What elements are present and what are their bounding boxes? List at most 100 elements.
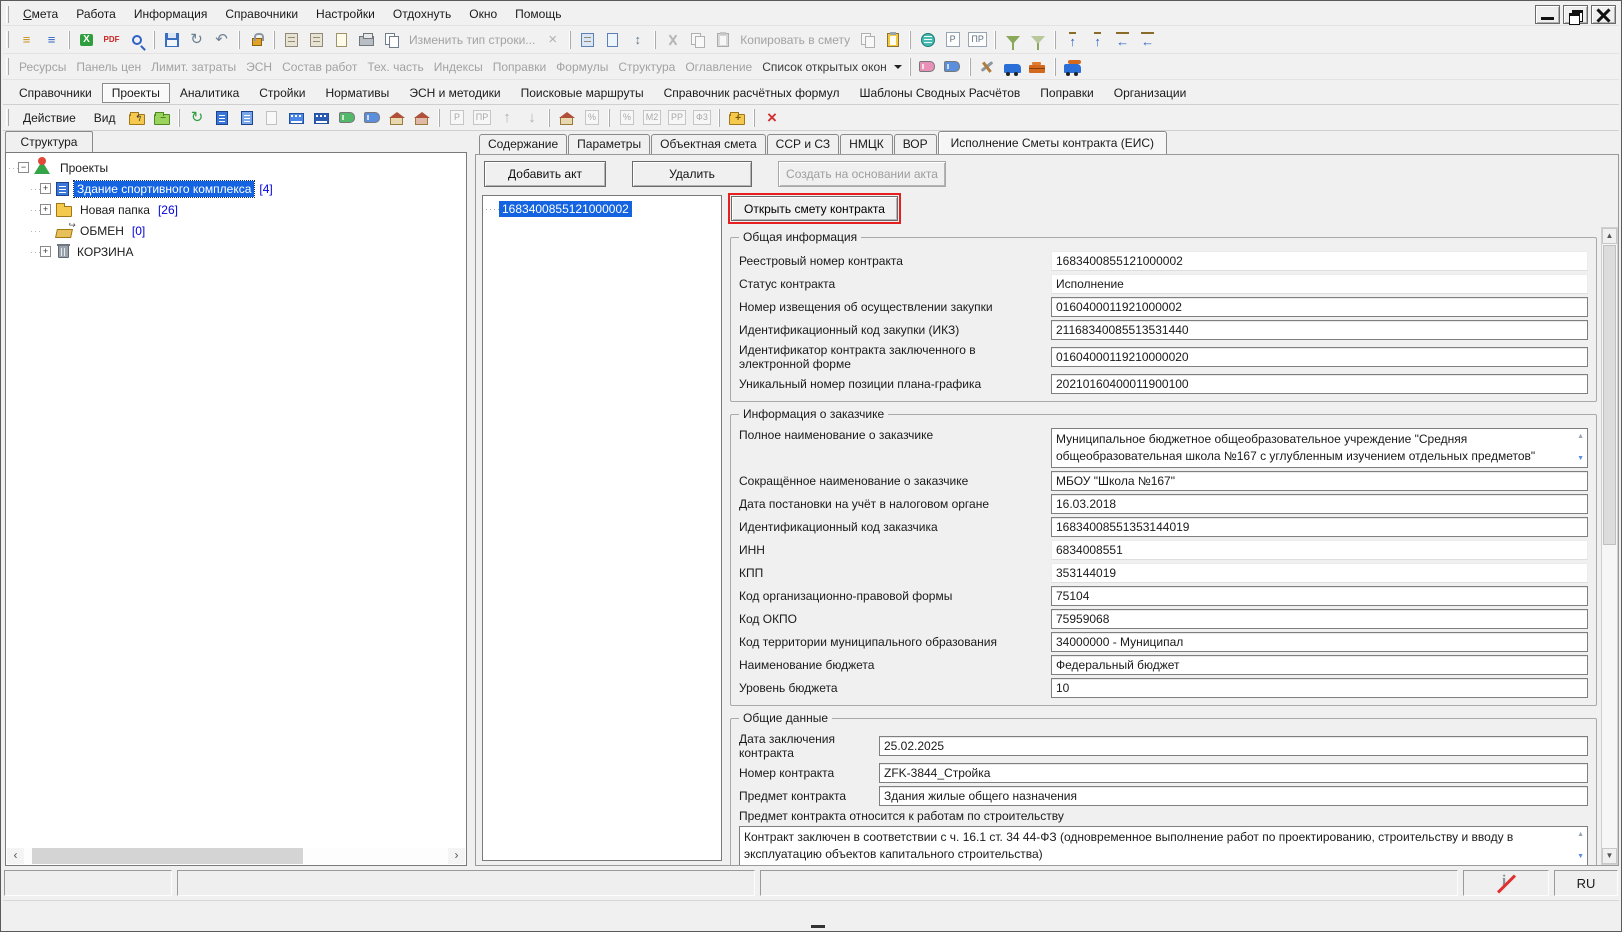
price-panel-button[interactable]: Панель цен [72,55,145,78]
form-vertical-scrollbar[interactable]: ▲ ▼ [1601,227,1618,865]
filter-icon[interactable] [1001,28,1024,51]
sort-updown-icon[interactable]: ↕ [626,28,649,51]
field-value[interactable]: Здания жилые общего назначения [879,786,1588,806]
house-settings-icon[interactable] [555,106,578,129]
field-value[interactable]: 20210160400011900100 [1051,374,1588,394]
work-composition-button[interactable]: Состав работ [278,55,361,78]
tab-nmck[interactable]: НМЦК [840,134,893,154]
tree-item-korzina[interactable]: ···· + КОРЗИНА [8,241,464,262]
action-menu[interactable]: Действие [14,108,85,128]
level-left-icon[interactable]: ← [1111,28,1134,51]
print-icon[interactable] [355,28,378,51]
undo-icon[interactable]: ↶ [210,28,233,51]
copy-pages-icon[interactable] [856,28,879,51]
truck-loaded-icon[interactable] [1061,55,1084,78]
move-up-icon[interactable]: ↑ [495,106,518,129]
scroll-left-icon[interactable]: ‹ [7,848,24,864]
field-value[interactable]: 10 [1051,678,1588,698]
book-blue-icon[interactable] [941,55,964,78]
field-value[interactable]: 01604000119210000020 [1051,347,1588,367]
tab-analitika[interactable]: Аналитика [170,83,249,103]
scroll-right-icon[interactable]: › [448,848,465,864]
view-menu[interactable]: Вид [85,108,125,128]
search-icon[interactable] [125,28,148,51]
create-from-act-button[interactable]: Создать на основании акта [778,161,946,187]
field-value[interactable]: 75104 [1051,586,1588,606]
list-add-icon[interactable] [235,106,258,129]
tab-parametry[interactable]: Параметры [568,134,650,154]
tab-proekty[interactable]: Проекты [102,83,170,103]
menu-otdokhnut[interactable]: Отдохнуть [384,4,460,24]
book-pink-icon[interactable] [916,55,939,78]
m2-icon[interactable]: М2 [640,106,663,129]
f3-icon[interactable]: Ф3 [690,106,713,129]
pp-icon[interactable]: РР [665,106,688,129]
field-value[interactable]: 25.02.2025 [879,736,1588,756]
limit-costs-button[interactable]: Лимит. затраты [147,55,240,78]
bricks-icon[interactable] [1026,55,1049,78]
percent-icon[interactable]: % [615,106,638,129]
menu-pomosch[interactable]: Помощь [506,4,570,24]
copy-icon[interactable] [686,28,709,51]
restore-button[interactable] [1563,5,1588,24]
field-value[interactable]: Контракт заключен в соответствии с ч. 16… [739,826,1588,865]
level-up-alt-icon[interactable]: ↑ [1086,28,1109,51]
tab-vor[interactable]: ВОР [894,134,937,154]
toc-button[interactable]: Оглавление [681,55,756,78]
paste-icon[interactable] [711,28,734,51]
delete-act-button[interactable]: Удалить [632,161,752,187]
cabinet-add-icon[interactable] [280,28,303,51]
tab-ssr-i-sz[interactable]: ССР и СЗ [767,134,840,154]
tab-obektnaya-smeta[interactable]: Объектная смета [651,134,766,154]
field-value[interactable]: 16.03.2018 [1051,494,1588,514]
note-icon[interactable] [330,28,353,51]
field-value[interactable]: МБОУ "Школа №167" [1051,471,1588,491]
film-add-icon[interactable] [285,106,308,129]
building-add-icon[interactable] [210,106,233,129]
report-structure-icon[interactable]: ≡ [15,28,38,51]
menu-informatsiya[interactable]: Информация [125,4,216,24]
tab-popravki[interactable]: Поправки [1030,83,1103,103]
formulas-button[interactable]: Формулы [552,55,612,78]
unlock-icon[interactable] [245,28,268,51]
level-up-icon[interactable]: ↑ [1061,28,1084,51]
expand-toggle[interactable]: + [40,246,51,257]
pdf-export-icon[interactable]: PDF [100,28,123,51]
field-value[interactable]: 21168340085513531440 [1051,320,1588,340]
esn-button[interactable]: ЭСН [242,55,276,78]
tab-spravochnik-raschetnykh-formul[interactable]: Справочник расчётных формул [654,83,850,103]
percent-page-icon[interactable]: % [580,106,603,129]
expand-toggle[interactable]: − [18,162,29,173]
tree-item-zdanie-sportivnogo-kompleksa[interactable]: ···· + Здание спортивного комплекса [4] [8,178,464,199]
house-add-icon[interactable] [385,106,408,129]
tab-ispolnenie-smety-kontrakta-eis[interactable]: Исполнение Сметы контракта (ЕИС) [938,131,1167,154]
pickaxe-icon[interactable] [976,55,999,78]
tab-shablony-svodnykh-raschetov[interactable]: Шаблоны Сводных Расчётов [849,83,1030,103]
structure-button[interactable]: Структура [614,55,679,78]
field-value[interactable]: Федеральный бюджет [1051,655,1588,675]
book-edit-icon[interactable] [360,106,383,129]
tab-spravochniki[interactable]: Справочники [9,83,102,103]
field-value[interactable]: 353144019 [1051,563,1588,583]
tab-stroyki[interactable]: Стройки [249,83,315,103]
field-value[interactable]: 1683400855121000002 [1051,251,1588,271]
scroll-up-icon[interactable]: ▲ [1602,228,1617,244]
copy-object-icon[interactable] [380,28,403,51]
field-value[interactable]: Исполнение [1051,274,1588,294]
field-value[interactable]: 0160400011921000002 [1051,297,1588,317]
film-icon[interactable] [310,106,333,129]
refresh-icon[interactable]: ↻ [185,28,208,51]
indexes-button[interactable]: Индексы [430,55,487,78]
tree-item-novaya-papka[interactable]: ···· + Новая папка [26] [8,199,464,220]
new-folder-icon[interactable] [725,106,748,129]
tree-item-proekty[interactable]: ···· − Проекты [8,157,464,178]
delete-icon[interactable]: × [760,106,783,129]
tech-part-button[interactable]: Тех. часть [363,55,427,78]
refresh-icon[interactable]: ↻ [185,106,208,129]
menu-spravochniki[interactable]: Справочники [216,4,307,24]
add-structure-icon[interactable]: ≡ [40,28,63,51]
minimize-button[interactable] [1535,5,1560,24]
house-edit-icon[interactable] [410,106,433,129]
save-icon[interactable] [160,28,183,51]
filter-clear-icon[interactable] [1026,28,1049,51]
